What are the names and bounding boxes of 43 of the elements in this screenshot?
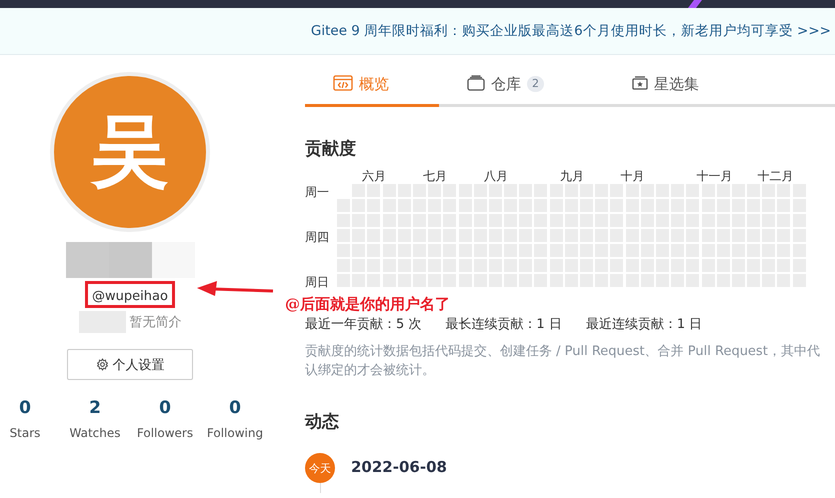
summary-text: 最长连续贡献：1 日	[445, 316, 562, 333]
username: @wupeihao	[92, 289, 168, 304]
redaction-block	[108, 242, 152, 278]
stat-label[interactable]: Stars	[10, 426, 40, 440]
section-title: 贡献度	[305, 138, 357, 160]
weekday-label: 周四	[305, 229, 329, 246]
weekday-label: 周日	[305, 274, 329, 291]
annotation-text: @后面就是你的用户名了	[285, 295, 450, 314]
stat-count[interactable]: 0	[229, 398, 241, 418]
folder-stack-icon	[467, 75, 485, 91]
promo-link[interactable]: Gitee 9 周年限时福利：购买企业版最高送6个月使用时长，新老用户均可享受 >>>	[310, 22, 831, 40]
stat-count[interactable]: 2	[89, 398, 101, 418]
tab[interactable]: 星选集	[604, 75, 727, 107]
stat-label[interactable]: Watches	[70, 426, 120, 440]
redaction-block	[66, 242, 108, 278]
stat-label[interactable]: Following	[206, 426, 264, 440]
code-window-icon	[333, 75, 353, 91]
count-badge: 2	[527, 76, 544, 92]
bio-text: 暂无简介	[130, 314, 182, 331]
settings-button[interactable]: 个人设置	[67, 349, 193, 380]
month-label: 十一月	[696, 168, 733, 185]
note-text: 贡献度的统计数据包括代码提交、创建任务 / Pull Request、合并 Pull Request，其中代	[305, 343, 821, 361]
month-label: 十月	[620, 168, 645, 185]
activity-date: 2022-06-08	[351, 458, 447, 476]
stat-count[interactable]: 0	[19, 398, 31, 418]
summary-text: 最近连续贡献：1 日	[586, 316, 702, 333]
month-label: 七月	[423, 168, 447, 185]
month-label: 十二月	[757, 168, 794, 185]
star-box-icon	[632, 75, 648, 90]
summary-text: 最近一年贡献：5 次	[305, 316, 422, 333]
weekday-label: 周一	[305, 184, 329, 201]
day-badge: 今天	[305, 453, 335, 483]
month-label: 六月	[362, 168, 386, 185]
tab[interactable]: 仓库 2	[439, 75, 604, 107]
stat-label[interactable]: Followers	[136, 426, 194, 440]
settings-icon	[96, 358, 108, 371]
redaction-block	[152, 242, 194, 278]
note-text: 认绑定的才会被统计。	[305, 362, 436, 380]
month-label: 八月	[484, 168, 508, 185]
month-label: 九月	[560, 168, 584, 185]
stat-count[interactable]: 0	[159, 398, 171, 418]
avatar: 吴	[50, 72, 210, 232]
section-title: 动态	[305, 411, 340, 433]
